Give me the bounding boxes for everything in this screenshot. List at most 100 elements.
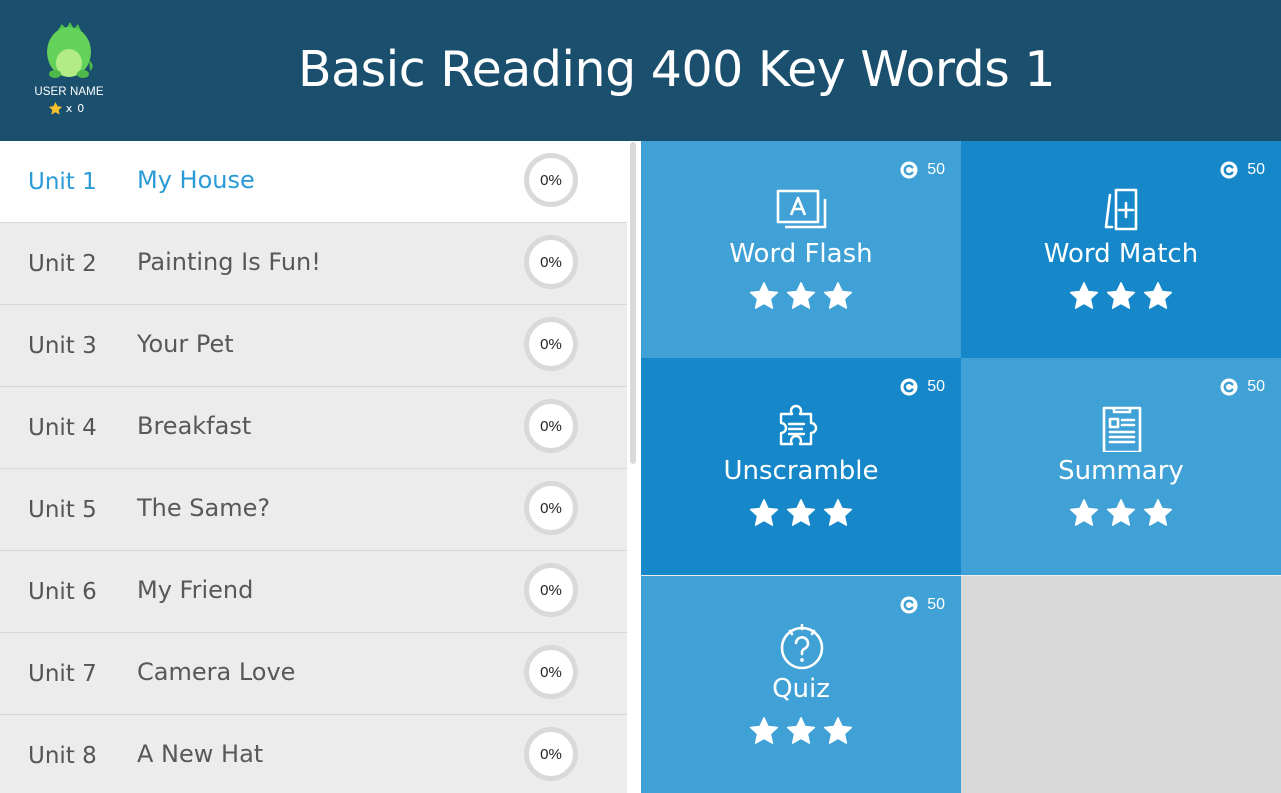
star-icon [823,282,853,309]
star-icon [786,717,816,744]
unit-number: Unit 1 [28,169,97,195]
star-rating [961,281,1281,311]
unit-row-2[interactable]: Unit 2 Painting Is Fun! 0% [0,223,627,305]
page-title: Basic Reading 400 Key Words 1 [298,41,1056,98]
star-score: x 0 [22,101,110,116]
unit-title: Breakfast [137,412,252,440]
unit-list: Unit 1 My House 0% Unit 2 Painting Is Fu… [0,141,627,793]
unit-number: Unit 5 [28,497,97,523]
unit-row-4[interactable]: Unit 4 Breakfast 0% [0,387,627,469]
star-icon [1069,499,1099,526]
unit-title: The Same? [137,494,271,522]
progress-circle: 0% [524,235,578,289]
progress-circle: 0% [524,563,578,617]
unit-title: My House [137,166,255,194]
star-icon [1106,282,1136,309]
clipboard-icon [1102,406,1142,452]
unit-row-7[interactable]: Unit 7 Camera Love 0% [0,633,627,715]
progress-value: 0% [540,581,562,599]
unit-title: Camera Love [137,658,296,686]
progress-circle: 0% [524,317,578,371]
star-icon [749,499,779,526]
progress-value: 0% [540,171,562,189]
user-profile[interactable]: USER NAME x 0 [28,20,110,124]
coin-icon [900,378,919,396]
star-icon [786,499,816,526]
activity-summary[interactable]: 50 Summary [961,358,1281,575]
star-rating [641,281,961,311]
user-name: USER NAME [34,86,104,98]
star-icon [786,282,816,309]
empty-tile [961,576,1281,793]
coin-value: 50 [927,161,945,178]
unit-title: My Friend [137,576,254,604]
activity-label: Word Flash [729,239,873,269]
activity-word-flash[interactable]: 50 Word Flash [641,141,961,358]
progress-circle: 0% [524,645,578,699]
unit-row-6[interactable]: Unit 6 My Friend 0% [0,551,627,633]
word-match-icon [1104,188,1138,231]
scroll-thumb[interactable] [630,142,636,464]
coin-value: 50 [1247,161,1265,178]
coin-reward: 50 [1220,161,1265,179]
unit-number: Unit 7 [28,661,97,687]
activity-label: Unscramble [723,456,879,486]
coin-icon [1220,161,1239,179]
unit-title: Your Pet [137,330,234,358]
progress-value: 0% [540,417,562,435]
star-icon [1143,282,1173,309]
progress-value: 0% [540,335,562,353]
progress-circle: 0% [524,727,578,781]
coin-reward: 50 [900,161,945,179]
coin-value: 50 [1247,378,1265,395]
activity-label: Quiz [772,674,830,704]
star-rating [641,498,961,528]
unit-number: Unit 8 [28,743,97,769]
unit-number: Unit 3 [28,333,97,359]
progress-value: 0% [540,253,562,271]
star-icon [1069,282,1099,309]
progress-value: 0% [540,745,562,763]
star-times: x [65,102,73,115]
unit-list-scrollbar[interactable] [627,141,641,793]
unit-row-8[interactable]: Unit 8 A New Hat 0% [0,715,627,793]
unit-number: Unit 2 [28,251,97,277]
progress-circle: 0% [524,399,578,453]
star-icon [823,717,853,744]
activity-unscramble[interactable]: 50 Unscramble [641,358,961,575]
coin-reward: 50 [900,596,945,614]
coin-icon [1220,378,1239,396]
coin-icon [900,161,919,179]
star-icon [823,499,853,526]
star-icon [48,101,62,115]
coin-icon [900,596,919,614]
activity-label: Word Match [1043,239,1199,269]
coin-reward: 50 [1220,378,1265,396]
progress-value: 0% [540,663,562,681]
star-rating [961,498,1281,528]
star-icon [749,717,779,744]
star-icon [749,282,779,309]
unit-row-3[interactable]: Unit 3 Your Pet 0% [0,305,627,387]
unit-title: Painting Is Fun! [137,248,321,276]
unit-row-1[interactable]: Unit 1 My House 0% [0,141,627,223]
puzzle-icon [779,404,818,446]
activity-quiz[interactable]: 50 Quiz [641,576,961,793]
star-icon [1106,499,1136,526]
coin-value: 50 [927,596,945,613]
header-bar: USER NAME x 0 Basic Reading 400 Key Word… [0,0,1281,141]
coin-value: 50 [927,378,945,395]
progress-circle: 0% [524,153,578,207]
dino-avatar-icon [47,22,93,78]
unit-row-5[interactable]: Unit 5 The Same? 0% [0,469,627,551]
unit-number: Unit 4 [28,415,97,441]
coin-reward: 50 [900,378,945,396]
unit-number: Unit 6 [28,579,97,605]
activity-word-match[interactable]: 50 Word Match [961,141,1281,358]
star-count: 0 [77,102,85,115]
activity-label: Summary [1058,456,1184,486]
flashcard-icon [776,189,827,229]
unit-title: A New Hat [137,740,264,768]
star-rating [641,716,961,746]
question-bulb-icon [780,623,824,670]
